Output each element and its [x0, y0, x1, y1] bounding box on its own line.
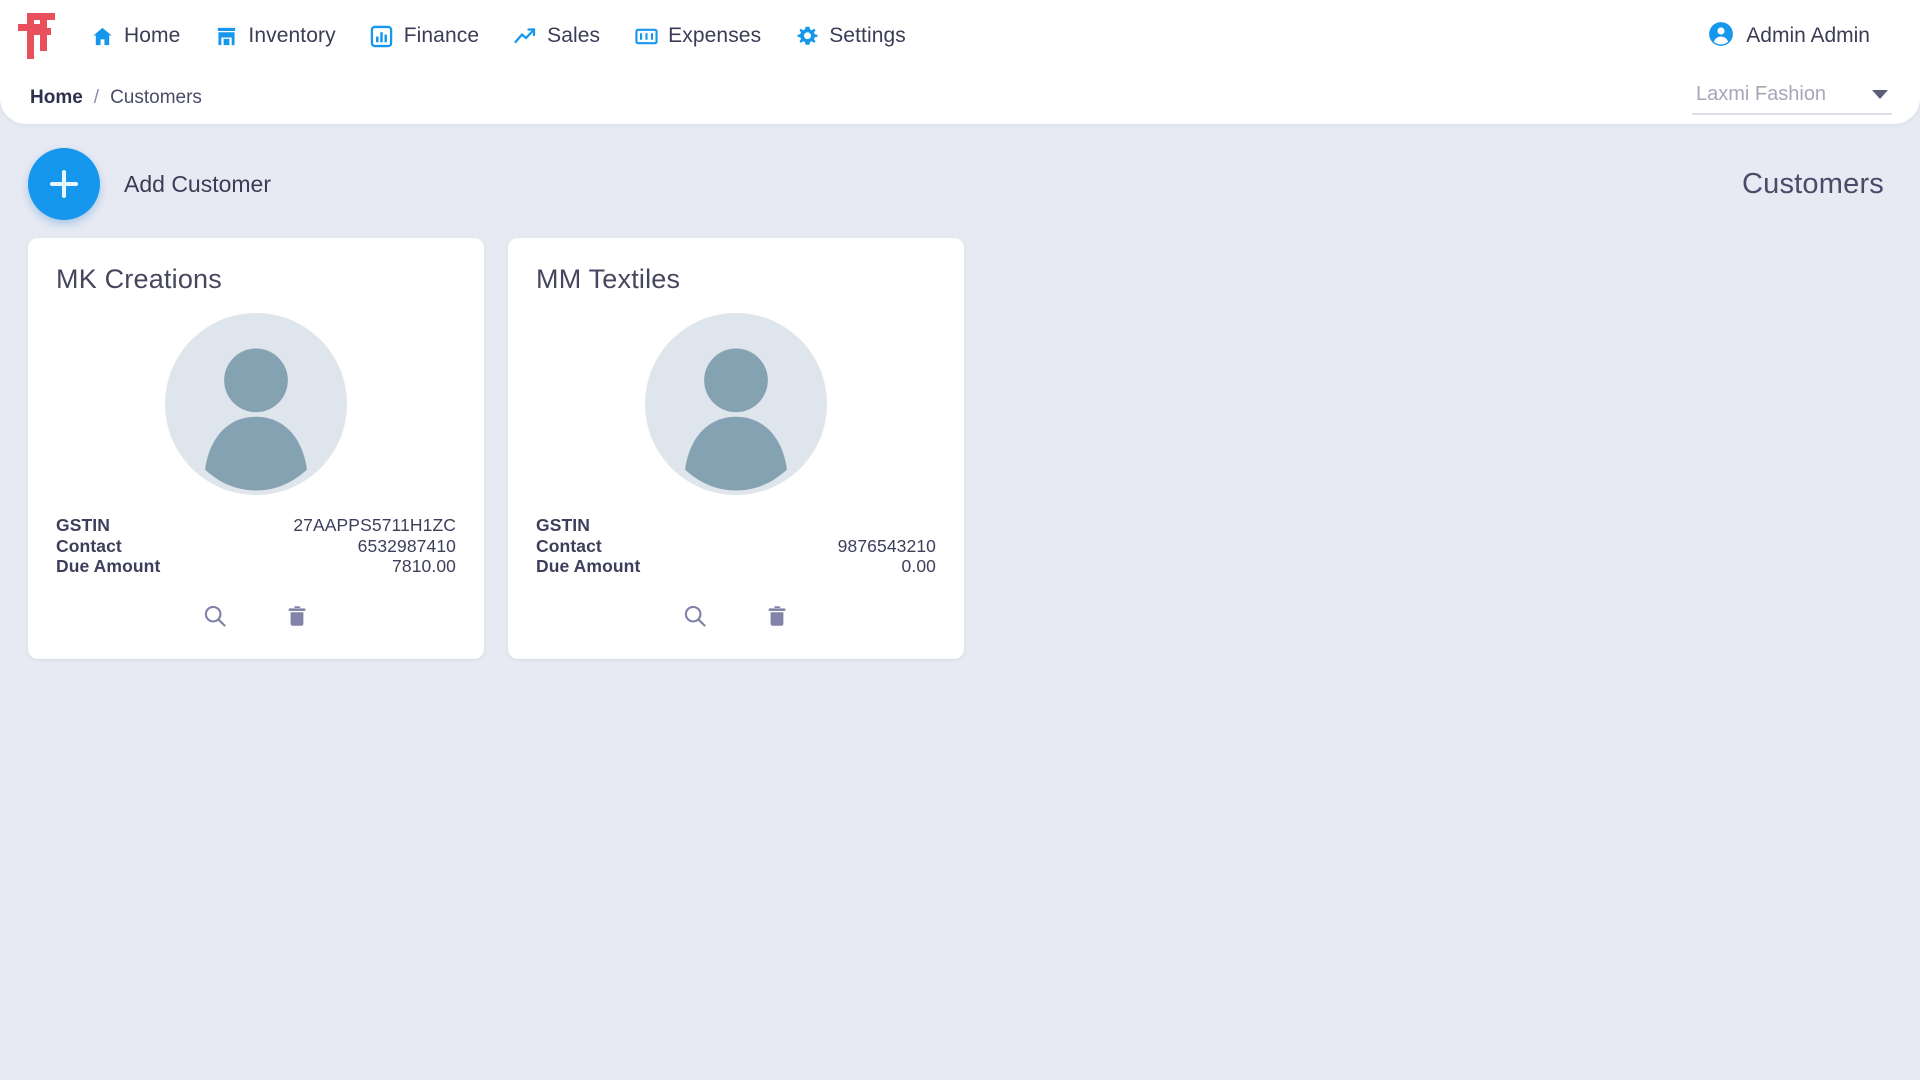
nav-label-sales: Sales	[547, 24, 601, 47]
search-icon	[204, 605, 226, 627]
nav-label-home: Home	[124, 24, 181, 47]
breadcrumb-link-home[interactable]: Home	[30, 87, 83, 109]
detail-row-contact: Contact 9876543210	[536, 536, 936, 557]
store-icon	[214, 24, 238, 48]
customer-card-grid: MK Creations GSTIN 27AAPPS5711H1ZC Conta…	[28, 232, 1892, 659]
detail-label-gstin: GSTIN	[56, 515, 110, 535]
nav-item-sales[interactable]: Sales	[511, 20, 602, 52]
customer-card-actions	[56, 599, 456, 637]
avatar	[536, 305, 936, 511]
trash-icon	[768, 605, 786, 626]
bar-chart-icon	[370, 24, 394, 48]
breadcrumb: Home / Customers	[30, 87, 202, 109]
trending-up-icon	[513, 24, 537, 48]
nav-item-inventory[interactable]: Inventory	[212, 20, 337, 52]
detail-label-due-amount: Due Amount	[536, 556, 641, 576]
plus-icon	[50, 170, 78, 198]
breadcrumb-separator: /	[93, 87, 100, 108]
add-customer-button[interactable]: Add Customer	[28, 148, 271, 220]
nav-label-finance: Finance	[403, 24, 480, 47]
delete-customer-button[interactable]	[760, 599, 794, 633]
detail-row-contact: Contact 6532987410	[56, 536, 456, 557]
detail-label-contact: Contact	[56, 535, 122, 556]
detail-label-due-amount: Due Amount	[56, 556, 161, 576]
account-menu[interactable]: Admin Admin	[1708, 21, 1892, 52]
detail-row-due-amount: Due Amount 7810.00	[56, 556, 456, 577]
home-icon	[90, 24, 114, 48]
view-customer-button[interactable]	[678, 599, 712, 633]
page-header: Add Customer Customers	[28, 124, 1892, 232]
top-navigation-bar: Home Inventory Finance Sales Expenses Se…	[0, 0, 1920, 72]
customer-name: MM Textiles	[536, 264, 681, 294]
organization-select-value: Laxmi Fashion	[1696, 83, 1827, 105]
nav-item-finance[interactable]: Finance	[368, 20, 481, 52]
add-customer-label: Add Customer	[124, 170, 272, 197]
customer-details: GSTIN Contact 9876543210 Due Amount 0.00	[536, 515, 936, 577]
customer-card[interactable]: MK Creations GSTIN 27AAPPS5711H1ZC Conta…	[28, 238, 484, 659]
customer-name: MK Creations	[56, 264, 222, 294]
primary-nav-items: Home Inventory Finance Sales Expenses Se…	[88, 20, 908, 52]
detail-value-contact: 9876543210	[837, 535, 936, 556]
person-avatar-placeholder-icon	[165, 313, 347, 495]
chevron-down-icon	[1872, 90, 1888, 99]
avatar	[56, 305, 456, 511]
organization-select[interactable]: Laxmi Fashion	[1692, 81, 1892, 115]
nav-label-settings: Settings	[829, 24, 906, 47]
nav-item-settings[interactable]: Settings	[793, 20, 908, 52]
customer-details: GSTIN 27AAPPS5711H1ZC Contact 6532987410…	[56, 515, 456, 577]
detail-value-gstin: 27AAPPS5711H1ZC	[293, 515, 456, 535]
breadcrumb-bar: Home / Customers Laxmi Fashion	[0, 72, 1920, 124]
account-name: Admin Admin	[1746, 24, 1870, 47]
detail-label-gstin: GSTIN	[536, 515, 590, 535]
customer-card[interactable]: MM Textiles GSTIN Contact 9876543210 Due…	[508, 238, 964, 659]
page-content: Add Customer Customers MK Creations GSTI…	[0, 124, 1920, 1080]
detail-value-contact: 6532987410	[357, 535, 456, 556]
trash-icon	[288, 605, 306, 626]
customer-card-actions	[536, 599, 936, 637]
detail-value-due-amount: 0.00	[901, 556, 936, 576]
view-customer-button[interactable]	[198, 599, 232, 633]
nav-item-expenses[interactable]: Expenses	[632, 20, 763, 52]
add-customer-fab[interactable]	[28, 148, 100, 220]
detail-row-gstin: GSTIN	[536, 515, 936, 536]
detail-row-gstin: GSTIN 27AAPPS5711H1ZC	[56, 515, 456, 536]
detail-label-contact: Contact	[536, 535, 602, 556]
delete-customer-button[interactable]	[280, 599, 314, 633]
gear-icon	[795, 24, 819, 48]
lf-monogram-logo	[18, 13, 55, 59]
person-avatar-placeholder-icon	[645, 313, 827, 495]
nav-label-expenses: Expenses	[668, 24, 762, 47]
account-circle-icon	[1708, 21, 1734, 52]
detail-row-due-amount: Due Amount 0.00	[536, 556, 936, 577]
nav-label-inventory: Inventory	[248, 24, 336, 47]
nav-item-home[interactable]: Home	[88, 20, 182, 52]
app-logo[interactable]	[0, 0, 72, 72]
detail-value-due-amount: 7810.00	[392, 556, 456, 576]
breadcrumb-current-customers: Customers	[110, 87, 202, 108]
page-title: Customers	[1742, 167, 1884, 200]
money-icon	[634, 24, 658, 48]
search-icon	[684, 605, 706, 627]
